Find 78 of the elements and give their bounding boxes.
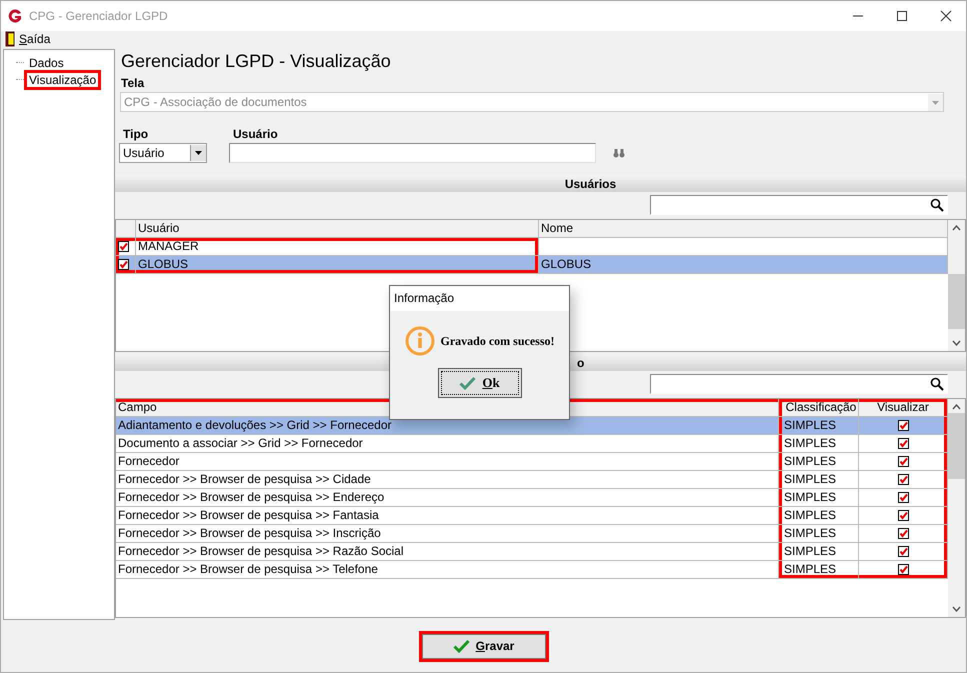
- user-input-field[interactable]: [229, 143, 596, 163]
- table-row[interactable]: GLOBUS GLOBUS: [116, 256, 948, 274]
- checkbox[interactable]: [898, 474, 908, 485]
- checkbox[interactable]: [898, 438, 908, 449]
- table-cell: SIMPLES: [779, 525, 859, 542]
- search-field[interactable]: [650, 195, 948, 215]
- table-row[interactable]: Fornecedor >> Browser de pesquisa >> Razão Social SIMPLES: [116, 543, 948, 561]
- scroll-up-icon[interactable]: [952, 404, 961, 410]
- checkmark-icon: [452, 639, 470, 653]
- column-header[interactable]: Usuário: [136, 220, 539, 237]
- table-cell: SIMPLES: [779, 417, 859, 434]
- table-cell: Fornecedor >> Browser de pesquisa >> Razão Social: [116, 543, 779, 560]
- page-heading: Gerenciador LGPD - Visualização: [120, 50, 392, 73]
- table-cell: Fornecedor: [116, 453, 779, 470]
- field-label: Tela: [120, 77, 146, 90]
- scrollbar[interactable]: [948, 399, 965, 617]
- column-header[interactable]: Visualizar: [859, 399, 948, 416]
- table-cell: Fornecedor >> Browser de pesquisa >> Inscrição: [116, 525, 779, 542]
- tree-item[interactable]: Dados: [24, 52, 69, 72]
- table-row[interactable]: Fornecedor >> Browser de pesquisa >> Inscrição SIMPLES: [116, 525, 948, 543]
- table-cell: SIMPLES: [779, 543, 859, 560]
- app-logo-icon: [7, 8, 23, 24]
- table-cell: SIMPLES: [779, 561, 859, 578]
- table-cell: SIMPLES: [779, 453, 859, 470]
- close-icon[interactable]: [940, 10, 952, 22]
- table-cell: Fornecedor >> Browser de pesquisa >> Cidade: [116, 471, 779, 488]
- tree-item[interactable]: Visualização: [24, 70, 102, 90]
- table-row[interactable]: Fornecedor >> Browser de pesquisa >> Endereço SIMPLES: [116, 489, 948, 507]
- checkbox[interactable]: [118, 259, 129, 270]
- checkbox[interactable]: [898, 492, 908, 503]
- info-icon: [404, 326, 434, 356]
- scroll-down-icon[interactable]: [952, 340, 961, 346]
- window-title: CPG - Gerenciador LGPD: [29, 9, 168, 23]
- table-row[interactable]: Fornecedor >> Browser de pesquisa >> Fantasia SIMPLES: [116, 507, 948, 525]
- field-label: Usuário: [232, 128, 279, 141]
- binoculars-icon[interactable]: [613, 148, 625, 158]
- section-title: Usuários: [564, 176, 616, 190]
- checkbox[interactable]: [898, 546, 908, 557]
- ok-button[interactable]: Ok: [438, 368, 522, 398]
- checkbox[interactable]: [898, 528, 908, 539]
- table-cell: SIMPLES: [779, 507, 859, 524]
- table-row[interactable]: Documento a associar >> Grid >> Fornecedor SIMPLES: [116, 435, 948, 453]
- column-header[interactable]: Classificação: [779, 399, 859, 416]
- table-cell: SIMPLES: [779, 489, 859, 506]
- checkbox[interactable]: [118, 241, 129, 252]
- checkbox[interactable]: [898, 564, 908, 575]
- search-icon[interactable]: [930, 377, 944, 391]
- table-row[interactable]: Fornecedor SIMPLES: [116, 453, 948, 471]
- table-row[interactable]: Adiantamento e devoluções >> Grid >> Fornecedor SIMPLES: [116, 417, 948, 435]
- checkbox[interactable]: [898, 456, 908, 467]
- scrollbar[interactable]: [948, 220, 965, 351]
- field-label: Tipo: [122, 128, 150, 141]
- table-cell: MANAGER: [136, 238, 539, 255]
- column-header[interactable]: Campo: [116, 399, 779, 416]
- section-title: o: [576, 356, 584, 370]
- menu-item[interactable]: Saída: [19, 32, 50, 46]
- table-row[interactable]: Fornecedor >> Browser de pesquisa >> Telefone SIMPLES: [116, 561, 948, 579]
- door-icon: [5, 31, 15, 47]
- type-dropdown[interactable]: Usuário: [119, 143, 207, 163]
- maximize-icon[interactable]: [896, 10, 908, 22]
- table-cell: GLOBUS: [136, 256, 539, 273]
- checkbox[interactable]: [898, 420, 908, 431]
- save-button[interactable]: Gravar: [418, 630, 548, 662]
- checkmark-icon: [459, 376, 476, 390]
- table-cell: SIMPLES: [779, 471, 859, 488]
- dialog-message: Gravado com sucesso!: [440, 334, 554, 348]
- checkbox[interactable]: [898, 510, 908, 521]
- search-field[interactable]: [650, 374, 948, 394]
- search-icon[interactable]: [930, 198, 944, 212]
- table-cell: Documento a associar >> Grid >> Fornecedor: [116, 435, 779, 452]
- table-cell: SIMPLES: [779, 435, 859, 452]
- table-row[interactable]: Fornecedor >> Browser de pesquisa >> Cidade SIMPLES: [116, 471, 948, 489]
- table-cell: Fornecedor >> Browser de pesquisa >> Endereço: [116, 489, 779, 506]
- table-cell: Fornecedor >> Browser de pesquisa >> Telefone: [116, 561, 779, 578]
- table-cell: Fornecedor >> Browser de pesquisa >> Fantasia: [116, 507, 779, 524]
- scroll-down-icon[interactable]: [952, 606, 961, 612]
- dialog-title: Informação: [390, 286, 569, 311]
- scroll-up-icon[interactable]: [952, 225, 961, 231]
